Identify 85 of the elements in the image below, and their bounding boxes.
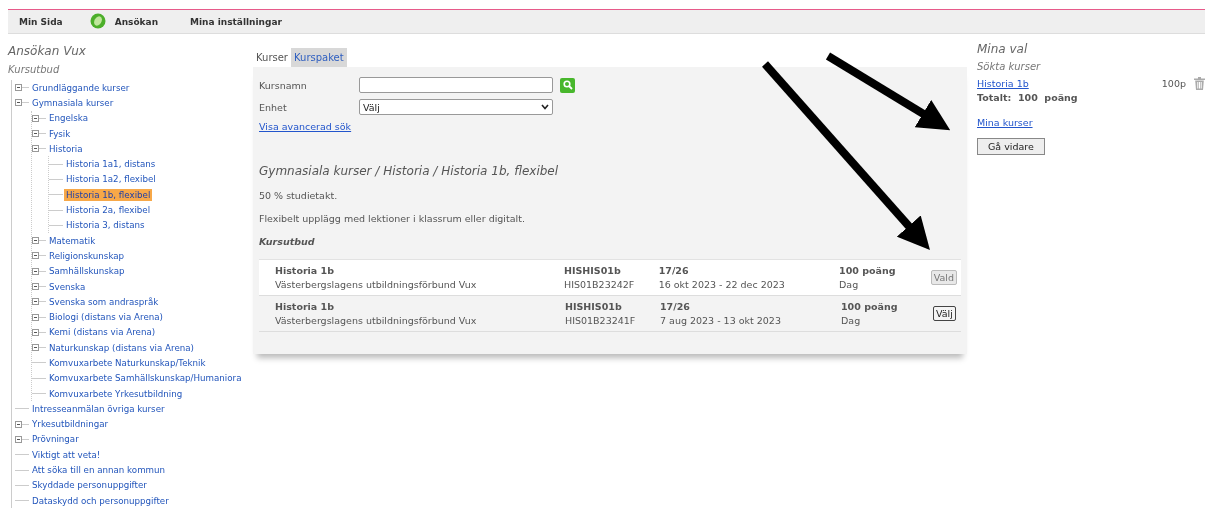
tree-item[interactable]: Yrkesutbildningar <box>30 418 111 431</box>
tree-item[interactable]: Matematik <box>47 234 98 247</box>
tree-item[interactable]: Historia 1a2, flexibel <box>64 173 158 186</box>
tree-item[interactable]: Historia 1b, flexibel <box>64 188 153 201</box>
expand-icon[interactable] <box>32 114 39 122</box>
table-cell-text: HIS01B23242F <box>564 278 636 290</box>
table-cell-text: 100 poäng <box>841 300 899 312</box>
tree-item[interactable]: Religionskunskap <box>47 249 127 262</box>
tree-item[interactable]: Prövningar <box>30 433 81 446</box>
table-cell-text: Västerbergslagens utbildningsförbund Vux <box>275 278 478 290</box>
field-label: Enhet <box>259 101 288 113</box>
tree-item[interactable]: Gymnasiala kurser <box>30 96 116 109</box>
course-link[interactable]: Historia 1b <box>977 78 1162 89</box>
tree-item[interactable]: Kemi (distans via Arena) <box>47 326 158 339</box>
unit-dropdown[interactable]: Välj <box>359 99 553 115</box>
expand-icon[interactable] <box>32 237 39 245</box>
tree-item[interactable]: Fysik <box>47 127 73 140</box>
tree-item[interactable]: Komvuxarbete Naturkunskap/Teknik <box>47 357 208 369</box>
expand-icon[interactable] <box>15 84 22 92</box>
expand-icon[interactable] <box>15 99 22 107</box>
expand-icon[interactable] <box>15 435 22 443</box>
expand-icon[interactable] <box>32 313 39 321</box>
expand-icon[interactable] <box>32 298 39 306</box>
panel-title: Mina val <box>977 42 1029 56</box>
expand-icon[interactable] <box>32 344 39 352</box>
tree-item[interactable]: Samhällskunskap <box>47 265 127 278</box>
search-button[interactable] <box>560 77 575 93</box>
tree-item[interactable]: Komvuxarbete Samhällskunskap/Humaniora <box>47 372 244 385</box>
select-button[interactable]: Välj <box>933 305 956 321</box>
table-cell-text: Dag <box>841 314 862 326</box>
tree-item[interactable]: Grundläggande kurser <box>30 81 132 94</box>
table-cell-text: Historia 1b <box>275 300 335 312</box>
tree-item[interactable]: Viktigt att veta! <box>30 448 103 461</box>
tree-item[interactable]: Att söka till en annan kommun <box>30 464 168 477</box>
table-cell-text: HIS01B23241F <box>565 314 637 326</box>
tree-item[interactable]: Svenska som andraspråk <box>47 295 161 308</box>
tree-item[interactable]: Komvuxarbete Yrkesutbildning <box>47 387 185 400</box>
table-cell-text: 100 poäng <box>839 264 897 276</box>
leaf-icon <box>88 12 107 31</box>
table-cell-text: Dag <box>839 278 860 290</box>
field-label: Kursnamn <box>259 79 308 91</box>
tree-item[interactable]: Skyddade personuppgifter <box>30 479 149 492</box>
tree-item[interactable]: Naturkunskap (distans via Arena) <box>47 341 196 354</box>
table-cell-text: 16 okt 2023 - 22 dec 2023 <box>658 278 786 290</box>
nav-link[interactable]: Min Sida <box>19 16 63 27</box>
tree-item[interactable]: Historia <box>47 142 85 155</box>
breadcrumb-heading: Gymnasiala kurser / Historia / Historia 1b, flexibel <box>259 164 560 178</box>
table-cell-text: Västerbergslagens utbildningsförbund Vux <box>275 314 478 326</box>
course-name-field[interactable] <box>359 77 553 93</box>
section-heading: Kursutbud <box>259 236 316 247</box>
total-text: Totalt: 100 poäng <box>977 92 1079 103</box>
expand-icon[interactable] <box>15 420 22 428</box>
panel-subtitle: Sökta kurser <box>977 61 1042 72</box>
tree-item[interactable]: Engelska <box>47 112 90 125</box>
nav-link[interactable]: Ansökan <box>114 16 159 27</box>
tree-item[interactable]: Dataskydd och personuppgifter <box>30 494 171 507</box>
tree-item[interactable]: Historia 1a1, distans <box>64 158 158 171</box>
pace-text: 50 % studietakt. <box>259 190 339 201</box>
my-courses-link[interactable]: Mina kurser <box>977 117 1205 128</box>
tree-item[interactable]: Svenska <box>47 280 88 293</box>
expand-icon[interactable] <box>32 252 39 260</box>
advanced-search-link[interactable]: Visa avancerad sök <box>259 121 352 132</box>
table-cell-text: HISHIS01b <box>565 300 623 312</box>
tree-item[interactable]: Intresseanmälan övriga kurser <box>30 402 167 415</box>
continue-button[interactable]: Gå vidare <box>977 138 1045 155</box>
nav-link[interactable]: Mina inställningar <box>190 16 282 27</box>
points-text: 100p <box>1161 78 1186 89</box>
expand-icon[interactable] <box>32 328 39 336</box>
sidebar-subtitle: Kursutbud <box>8 64 61 75</box>
tree-item[interactable]: Historia 3, distans <box>64 219 147 232</box>
description-text: Flexibelt upplägg med lektioner i klassrum eller digitalt. <box>259 213 526 224</box>
expand-icon[interactable] <box>32 145 39 153</box>
expand-icon[interactable] <box>32 130 39 138</box>
table-cell-text: Historia 1b <box>275 264 335 276</box>
tree-item[interactable]: Biologi (distans via Arena) <box>47 311 165 324</box>
expand-icon[interactable] <box>32 267 39 275</box>
sidebar-title: Ansökan Vux <box>8 44 87 58</box>
table-cell-text: 17/26 <box>660 300 691 312</box>
table-cell-text: HISHIS01b <box>564 264 622 276</box>
expand-icon[interactable] <box>32 283 39 290</box>
table-cell-text: 7 aug 2023 - 13 okt 2023 <box>660 314 782 326</box>
caret-icon <box>541 104 549 110</box>
tab[interactable]: Kurspaket <box>291 48 347 67</box>
tree-item[interactable]: Historia 2a, flexibel <box>64 204 153 216</box>
table-cell-text: 17/26 <box>658 264 690 276</box>
